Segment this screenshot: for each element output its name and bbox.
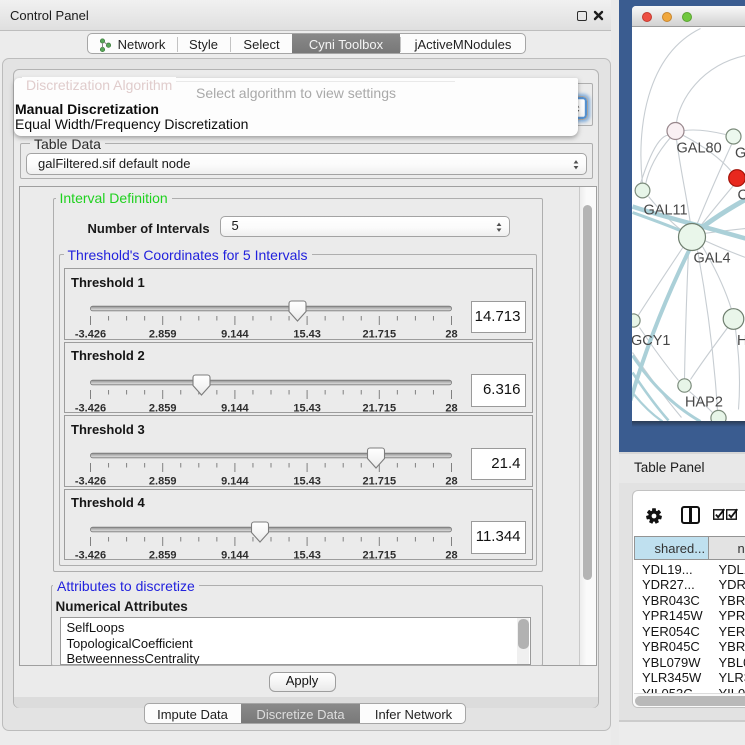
svg-text:HAP2: HAP2 [685,394,723,410]
svg-text:9.144: 9.144 [221,402,249,414]
svg-text:28: 28 [445,549,457,561]
svg-text:21.715: 21.715 [362,476,396,488]
svg-text:21.715: 21.715 [362,329,396,341]
svg-text:GCY1: GCY1 [632,333,671,349]
svg-text:28: 28 [445,476,457,488]
svg-text:15.43: 15.43 [293,549,321,561]
svg-text:28: 28 [445,402,457,414]
svg-text:9.144: 9.144 [221,329,249,341]
svg-text:-3.426: -3.426 [74,402,105,414]
svg-text:28: 28 [445,329,457,341]
svg-text:2.859: 2.859 [148,329,176,341]
svg-text:15.43: 15.43 [293,476,321,488]
svg-text:-3.426: -3.426 [74,329,105,341]
svg-text:GAL4: GAL4 [693,250,730,266]
svg-text:15.43: 15.43 [293,402,321,414]
svg-text:21.715: 21.715 [362,402,396,414]
svg-text:GAL11: GAL11 [643,202,687,218]
svg-text:-3.426: -3.426 [74,549,105,561]
svg-text:GAL80: GAL80 [676,140,721,156]
svg-text:2.859: 2.859 [148,476,176,488]
svg-text:9.144: 9.144 [221,549,249,561]
svg-text:-3.426: -3.426 [74,476,105,488]
svg-text:9.144: 9.144 [221,476,249,488]
svg-text:2.859: 2.859 [148,402,176,414]
svg-text:C: C [737,187,745,203]
svg-text:15.43: 15.43 [293,329,321,341]
svg-text:21.715: 21.715 [362,549,396,561]
svg-text:2.859: 2.859 [148,549,176,561]
svg-text:H: H [737,333,745,349]
svg-text:GA: GA [735,145,745,161]
